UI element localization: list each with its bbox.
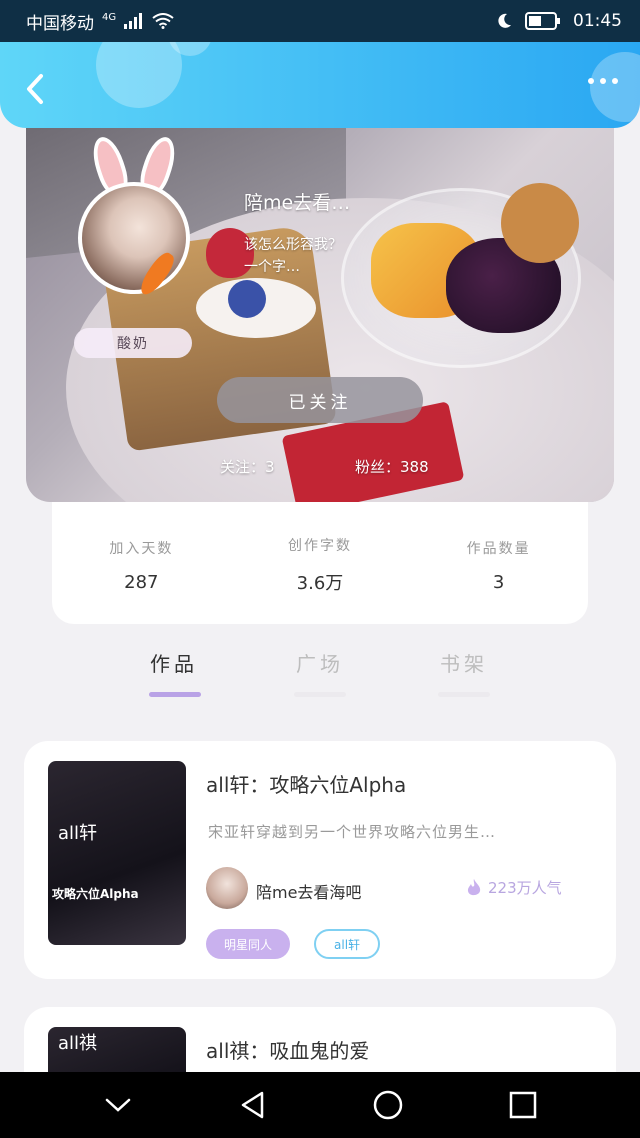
stat-works-count: 作品数量 3 <box>424 538 574 593</box>
stat-join-days: 加入天数 287 <box>66 538 216 593</box>
stat-label: 创作字数 <box>287 538 352 554</box>
status-bar: 中国移动 4G 01:45 <box>0 0 640 42</box>
cover-text: all祺 <box>58 1033 98 1054</box>
tab-indicator <box>149 692 201 697</box>
stat-word-count: 创作字数 3.6万 <box>245 535 395 595</box>
flame-icon <box>467 878 481 895</box>
tag-topic[interactable]: all轩 <box>314 929 381 959</box>
cover-text: all轩 <box>58 823 98 844</box>
tab-indicator <box>438 692 490 697</box>
carrier-text: 中国移动 <box>26 13 94 34</box>
stat-value: 3.6万 <box>296 573 344 594</box>
decor-bubble <box>96 42 182 108</box>
battery-icon <box>525 12 560 30</box>
nav-down-icon <box>105 1098 130 1112</box>
nav-recent-icon <box>509 1091 536 1119</box>
author-name[interactable]: 陪me去看海吧 <box>256 879 361 903</box>
nav-home-icon <box>373 1090 402 1120</box>
profile-avatar-frame <box>78 133 190 294</box>
popularity: 223万人气 <box>466 877 562 898</box>
stats-panel: 加入天数 287 创作字数 3.6万 作品数量 3 <box>52 502 588 624</box>
profile-username: 陪me去看… <box>244 192 351 214</box>
network-type: 4G <box>102 11 117 23</box>
tab-works[interactable]: 作品 <box>150 648 198 677</box>
tab-bookshelf[interactable]: 书架 <box>440 648 488 677</box>
nickname-badge: 酸奶 <box>74 328 192 358</box>
nav-recent-button[interactable] <box>499 1081 547 1129</box>
app-header <box>0 42 640 128</box>
fans-count[interactable]: 粉丝：388 <box>355 456 429 477</box>
cover-text: 攻略六位Alpha <box>52 887 139 901</box>
popularity-text: 223万人气 <box>488 879 562 897</box>
bio-line: 该怎么形容我？ <box>244 237 342 253</box>
clock-text: 01:45 <box>573 11 622 31</box>
profile-bio: 该怎么形容我？ 一个字… <box>244 234 342 278</box>
follow-button[interactable]: 已关注 <box>217 377 423 423</box>
back-button[interactable] <box>18 72 52 106</box>
profile-tabs: 作品 广场 书架 <box>0 640 640 712</box>
moon-icon <box>498 13 511 28</box>
work-description: 宋亚轩穿越到另一个世界攻略六位男生… <box>208 823 497 841</box>
tab-indicator <box>294 692 346 697</box>
tag-category[interactable]: 明星同人 <box>206 929 291 959</box>
stat-value: 3 <box>492 571 505 593</box>
signal-icon <box>124 13 143 29</box>
nav-down-button[interactable] <box>94 1081 142 1129</box>
tab-square[interactable]: 广场 <box>296 648 344 677</box>
work-title[interactable]: all轩：攻略六位Alpha <box>206 769 406 798</box>
nav-back-button[interactable] <box>229 1081 277 1129</box>
stat-label: 作品数量 <box>466 540 531 557</box>
system-nav-bar <box>0 1072 640 1138</box>
chevron-left-icon <box>27 74 43 104</box>
work-cover[interactable]: all轩 攻略六位Alpha <box>48 761 186 945</box>
following-count[interactable]: 关注：3 <box>220 456 275 477</box>
more-button[interactable] <box>588 78 618 84</box>
nav-home-button[interactable] <box>364 1081 412 1129</box>
decor-bubble <box>590 52 640 122</box>
wifi-icon <box>152 13 174 29</box>
avatar[interactable] <box>78 182 190 294</box>
bio-line: 一个字… <box>244 259 300 275</box>
more-dots-icon <box>588 78 594 84</box>
stat-label: 加入天数 <box>109 540 174 557</box>
author-avatar[interactable] <box>206 867 248 909</box>
work-title[interactable]: all祺：吸血鬼的爱 <box>206 1035 369 1064</box>
stat-value: 287 <box>124 571 159 593</box>
work-card[interactable]: all轩 攻略六位Alpha all轩：攻略六位Alpha 宋亚轩穿越到另一个世… <box>24 741 616 979</box>
nav-back-icon <box>241 1091 263 1119</box>
